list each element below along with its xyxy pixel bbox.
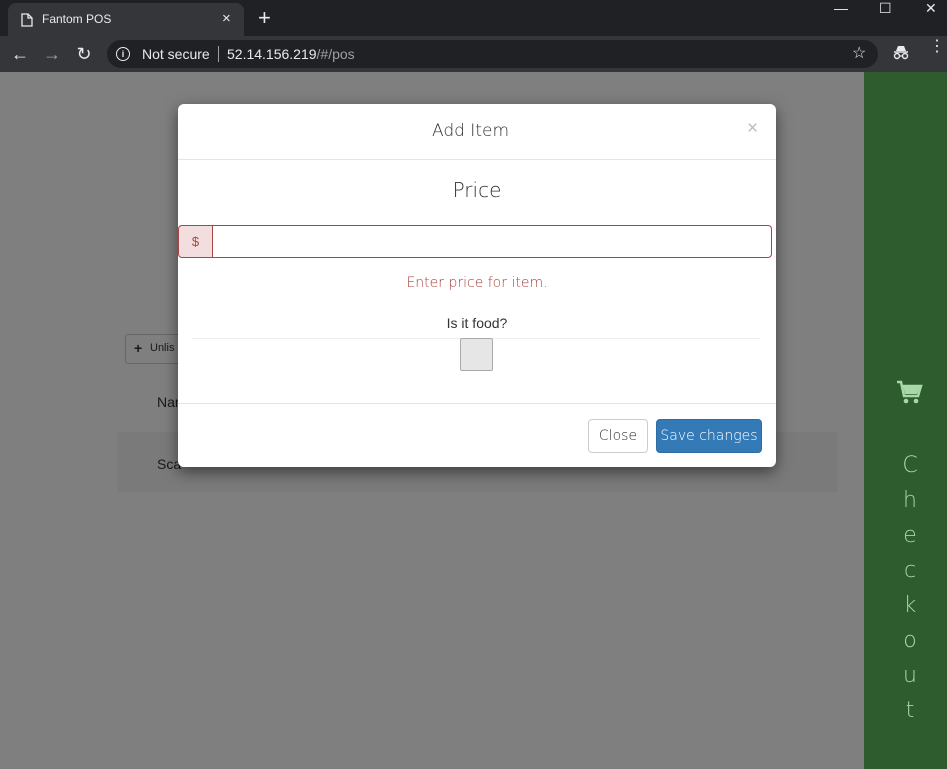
tab-close-icon[interactable]: ×	[222, 9, 231, 29]
price-input[interactable]	[212, 225, 772, 258]
currency-addon: $	[178, 225, 213, 258]
price-label: Price	[452, 178, 502, 202]
checkout-letter: h	[903, 488, 917, 513]
browser-tab-strip: Fantom POS × + — ☐ ✕	[0, 0, 947, 36]
add-item-modal: Add Item × Price $ Enter price for item.…	[178, 104, 776, 467]
checkout-letter: C	[902, 453, 918, 478]
browser-menu-icon[interactable]: ⋮	[929, 39, 945, 55]
food-question-label: Is it food?	[446, 315, 508, 331]
modal-title: Add Item	[431, 121, 509, 141]
checkout-letter: u	[903, 663, 917, 688]
maximize-button[interactable]: ☐	[879, 0, 892, 18]
checkout-letter: k	[903, 593, 917, 618]
incognito-icon[interactable]	[892, 45, 910, 61]
address-separator	[218, 46, 219, 62]
checkout-letter: t	[905, 698, 915, 723]
close-button[interactable]: Close	[588, 419, 648, 453]
price-input-group: $	[178, 225, 776, 258]
info-icon[interactable]: i	[116, 47, 130, 61]
tab-title: Fantom POS	[42, 12, 112, 26]
url-text[interactable]: 52.14.156.219/#/pos	[227, 46, 355, 62]
bookmark-star-icon[interactable]: ☆	[852, 43, 866, 63]
document-icon	[21, 13, 33, 27]
modal-footer: Close Save changes	[178, 403, 776, 467]
checkout-label[interactable]: C h e c k o u t	[900, 448, 920, 728]
price-error-text: Enter price for item.	[406, 275, 548, 291]
reload-icon[interactable]: ↻	[73, 43, 95, 65]
url-path: /#/pos	[316, 46, 355, 62]
browser-toolbar: ← → ↻ i Not secure 52.14.156.219/#/pos ☆…	[0, 36, 947, 72]
save-changes-button[interactable]: Save changes	[656, 419, 762, 453]
browser-tab[interactable]: Fantom POS ×	[8, 3, 244, 36]
back-arrow-icon[interactable]: ←	[9, 43, 31, 65]
modal-close-icon[interactable]: ×	[747, 118, 758, 140]
new-tab-button[interactable]: +	[258, 5, 271, 31]
modal-header: Add Item ×	[178, 104, 776, 160]
minimize-button[interactable]: —	[834, 0, 848, 18]
url-host: 52.14.156.219	[227, 46, 317, 62]
window-close-button[interactable]: ✕	[925, 0, 937, 18]
cart-icon[interactable]	[895, 378, 923, 406]
security-label[interactable]: Not secure	[142, 46, 210, 62]
forward-arrow-icon[interactable]: →	[41, 43, 63, 65]
checkout-letter: o	[903, 628, 917, 653]
food-checkbox[interactable]	[460, 338, 493, 371]
checkout-letter: c	[903, 558, 917, 583]
checkout-letter: e	[903, 523, 917, 548]
address-bar[interactable]: i Not secure 52.14.156.219/#/pos	[107, 40, 878, 68]
